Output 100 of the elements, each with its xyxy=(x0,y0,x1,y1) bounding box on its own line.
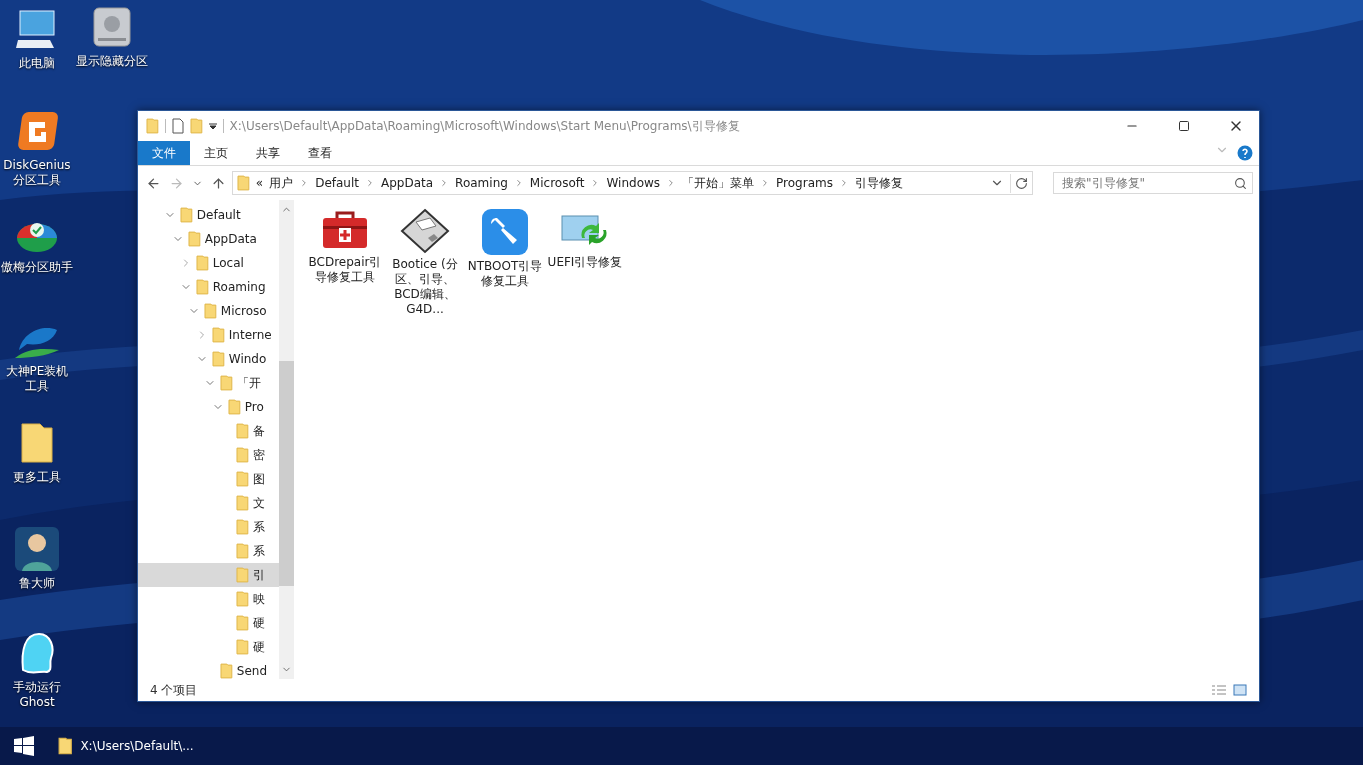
tree-item[interactable]: 硬 xyxy=(138,635,279,659)
shortcut-label: DiskGenius分区工具 xyxy=(2,158,72,188)
tree-item[interactable]: 映 xyxy=(138,587,279,611)
search-field[interactable]: 搜索"引导修复" xyxy=(1053,172,1253,194)
scrollbar[interactable] xyxy=(279,200,294,679)
file-name: NTBOOT引导修复工具 xyxy=(466,259,544,289)
desktop-shortcut[interactable]: 傲梅分区助手 xyxy=(0,216,74,275)
tree-item[interactable]: Interne xyxy=(138,323,279,347)
tree-item[interactable]: 「开 xyxy=(138,371,279,395)
maximize-icon xyxy=(1178,120,1190,132)
tree-item[interactable]: 引 xyxy=(138,563,279,587)
ribbon-tab[interactable]: 主页 xyxy=(190,141,242,165)
tree-item[interactable]: Pro xyxy=(138,395,279,419)
breadcrumb-item[interactable]: 用户 xyxy=(269,174,294,192)
desktop-shortcut[interactable]: 大神PE装机工具 xyxy=(0,320,74,394)
forward-arrow-icon xyxy=(169,175,184,191)
tree-item[interactable]: 文 xyxy=(138,491,279,515)
folder-icon xyxy=(146,118,159,134)
shortcut-label: 更多工具 xyxy=(12,470,62,485)
file-name: Bootice (分区、引导、BCD编辑、G4D... xyxy=(391,257,459,317)
tree-item[interactable]: Windo xyxy=(138,347,279,371)
folder-icon xyxy=(236,471,249,487)
tree-item[interactable]: AppData xyxy=(138,227,279,251)
desktop-shortcut[interactable]: 手动运行Ghost xyxy=(0,630,74,710)
tree-item[interactable]: 图 xyxy=(138,467,279,491)
tree-item-label: 「开 xyxy=(236,374,261,392)
folder-icon xyxy=(236,543,249,559)
folder-icon xyxy=(228,399,241,415)
folder-icon xyxy=(196,255,209,271)
tree-item[interactable]: Microso xyxy=(138,299,279,323)
tree-item-label: 硬 xyxy=(252,638,265,656)
tree-item[interactable]: Roaming xyxy=(138,275,279,299)
taskbar-window-button[interactable]: X:\Users\Default\... xyxy=(48,727,204,765)
breadcrumb-item[interactable]: Roaming xyxy=(455,176,508,190)
breadcrumb-item[interactable]: Windows xyxy=(606,176,661,190)
new-folder-icon xyxy=(189,118,203,134)
tree-item[interactable]: Local xyxy=(138,251,279,275)
help-icon[interactable] xyxy=(1237,145,1253,161)
breadcrumb-item[interactable]: Default xyxy=(315,176,359,190)
window-title: X:\Users\Default\AppData\Roaming\Microsoft\Windows\Start Menu\Programs\引导修复 xyxy=(229,117,741,135)
tree-item-label: Interne xyxy=(228,328,272,342)
wrench-icon xyxy=(481,208,529,256)
drive-icon xyxy=(92,6,132,50)
file-item[interactable]: NTBOOT引导修复工具 xyxy=(466,208,544,289)
tree-item-label: 硬 xyxy=(252,614,265,632)
breadcrumb-item[interactable]: AppData xyxy=(381,176,434,190)
tree-item-label: 引 xyxy=(252,566,265,584)
shortcut-label: 此电脑 xyxy=(18,56,56,71)
breadcrumb-separator-icon[interactable] xyxy=(365,178,375,188)
desktop-shortcut[interactable]: 鲁大师 xyxy=(0,526,74,591)
file-item[interactable]: UEFI引导修复 xyxy=(546,208,624,270)
ribbon-tab[interactable]: 文件 xyxy=(138,141,190,165)
desktop-shortcut[interactable]: 此电脑 xyxy=(0,8,74,71)
scroll-thumb[interactable] xyxy=(279,361,294,586)
tree-item-label: Microso xyxy=(220,304,267,318)
tree-item-label: Windo xyxy=(228,352,267,366)
folder-icon xyxy=(220,663,233,679)
folder-icon xyxy=(236,639,249,655)
folder-icon xyxy=(236,519,249,535)
shortcut-label: 傲梅分区助手 xyxy=(0,260,74,275)
desktop-shortcut[interactable]: DiskGenius分区工具 xyxy=(0,110,74,188)
tree-item-label: Local xyxy=(212,256,244,270)
overflow-chevron[interactable]: « xyxy=(255,176,264,190)
tree-item[interactable]: 硬 xyxy=(138,611,279,635)
folder-icon xyxy=(236,423,249,439)
tree-item-label: 密 xyxy=(252,446,265,464)
folder-icon xyxy=(188,231,201,247)
tree-item[interactable]: Send xyxy=(138,659,279,679)
details-view-icon[interactable] xyxy=(1211,684,1227,696)
tree-item[interactable]: 密 xyxy=(138,443,279,467)
tree-item[interactable]: 系 xyxy=(138,539,279,563)
large-icons-view-icon[interactable] xyxy=(1233,684,1247,696)
dropdown-icon[interactable] xyxy=(208,122,217,130)
file-item[interactable]: Bootice (分区、引导、BCD编辑、G4D... xyxy=(386,208,464,317)
tree-item[interactable]: Default xyxy=(138,203,279,227)
folder-icon xyxy=(212,351,225,367)
search-icon[interactable] xyxy=(1234,177,1247,190)
folder-icon xyxy=(204,303,217,319)
address-bar[interactable]: « 用户 Default AppData Roaming Microsoft Windows 「开始」菜单 Programs 引导修复 xyxy=(232,171,1033,195)
ribbon-tab[interactable]: 查看 xyxy=(294,141,346,165)
file-item[interactable]: BCDrepair引导修复工具 xyxy=(306,208,384,285)
breadcrumb-item[interactable]: Microsoft xyxy=(529,176,585,190)
desktop-shortcut[interactable]: 显示隐藏分区 xyxy=(75,6,149,69)
breadcrumb-item[interactable]: 引导修复 xyxy=(854,174,903,192)
tree-item-label: Send xyxy=(236,664,268,678)
tree-item[interactable]: 系 xyxy=(138,515,279,539)
breadcrumb-item[interactable]: 「开始」菜单 xyxy=(682,174,755,192)
tree-item-label: Roaming xyxy=(212,280,266,294)
windows-logo-icon xyxy=(14,736,34,756)
tree-item[interactable]: 备 xyxy=(138,419,279,443)
ribbon-tab[interactable]: 共享 xyxy=(242,141,294,165)
document-icon[interactable] xyxy=(171,118,184,134)
tree-item-label: 映 xyxy=(252,590,265,608)
desktop-shortcut[interactable]: 更多工具 xyxy=(0,422,74,485)
breadcrumb-item[interactable]: Programs xyxy=(776,176,833,190)
folder-icon xyxy=(237,175,250,191)
folder-icon xyxy=(196,279,209,295)
folder-icon xyxy=(236,567,249,583)
tree-item-label: 图 xyxy=(252,470,265,488)
tree-item-label: 备 xyxy=(252,422,265,440)
